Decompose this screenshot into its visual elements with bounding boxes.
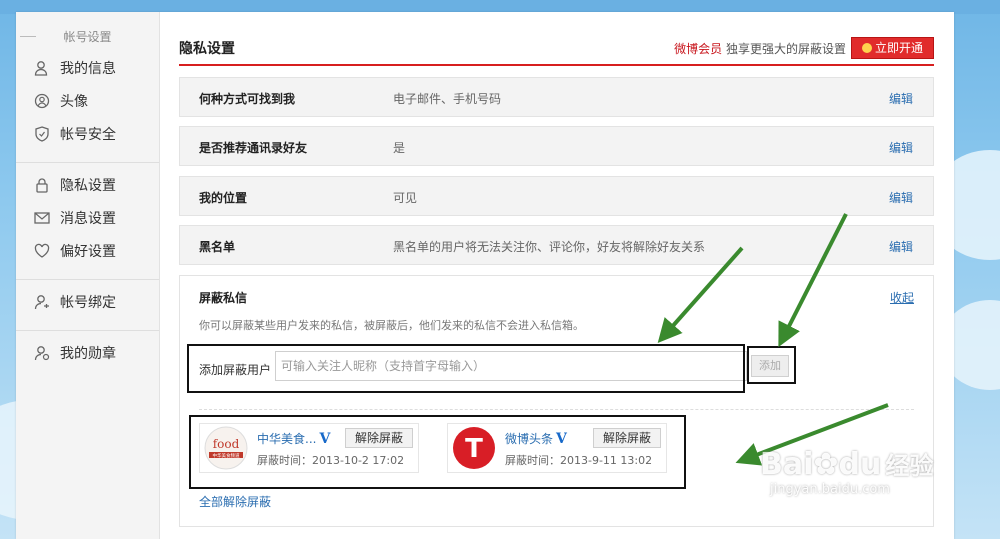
- avatar-icon: [34, 93, 50, 109]
- sidebar-item-my-info[interactable]: 我的信息: [34, 56, 116, 82]
- setting-row-location: 我的位置 可见 编辑: [179, 176, 934, 216]
- user-icon: [34, 61, 48, 76]
- row-label: 何种方式可找到我: [199, 92, 296, 106]
- annotation-box: [187, 344, 745, 393]
- sidebar-item-preferences[interactable]: 偏好设置: [34, 239, 116, 265]
- row-label: 我的位置: [199, 191, 248, 205]
- message-icon: [34, 212, 50, 224]
- vip-promo-text: 独享更强大的屏蔽设置: [722, 42, 846, 56]
- edit-link[interactable]: 编辑: [889, 90, 913, 107]
- sidebar-item-label: 消息设置: [60, 211, 116, 227]
- row-value: 黑名单的用户将无法关注你、评论你，好友将解除好友关系: [393, 240, 706, 254]
- vip-link[interactable]: 微博会员: [674, 42, 722, 56]
- sidebar-item-label: 偏好设置: [60, 244, 116, 260]
- sidebar-item-label: 我的勋章: [60, 346, 116, 362]
- coin-icon: [861, 43, 872, 53]
- panel-title: 屏蔽私信: [199, 291, 248, 305]
- collapse-link[interactable]: 收起: [890, 289, 914, 306]
- shield-icon: [35, 126, 49, 142]
- row-value: 可见: [393, 191, 418, 205]
- panel-description: 你可以屏蔽某些用户发来的私信，被屏蔽后，他们发来的私信不会进入私信箱。: [199, 319, 584, 332]
- sidebar-item-label: 帐号绑定: [60, 295, 116, 311]
- sidebar-item-label: 头像: [60, 94, 88, 110]
- watermark-url: jingyan.baidu.com: [770, 482, 890, 497]
- sidebar-divider: [16, 162, 159, 163]
- medal-icon: [34, 346, 50, 361]
- sidebar-divider: [16, 279, 159, 280]
- row-value: 是: [393, 141, 406, 155]
- dashed-divider: [199, 409, 914, 410]
- row-label: 是否推荐通讯录好友: [199, 141, 308, 155]
- sidebar-item-label: 帐号安全: [60, 127, 116, 143]
- watermark-brand-b: du: [838, 447, 882, 482]
- bind-icon: [34, 295, 49, 310]
- setting-row-find-me: 何种方式可找到我 电子邮件、手机号码 编辑: [179, 77, 934, 117]
- sidebar-heading: 帐号设置: [16, 28, 159, 45]
- setting-row-blacklist: 黑名单 黑名单的用户将无法关注你、评论你，好友将解除好友关系 编辑: [179, 225, 934, 265]
- sidebar-item-medals[interactable]: 我的勋章: [34, 341, 116, 367]
- setting-row-recommend-contacts: 是否推荐通讯录好友 是 编辑: [179, 126, 934, 166]
- edit-link[interactable]: 编辑: [889, 238, 913, 255]
- sidebar-item-label: 我的信息: [60, 61, 116, 77]
- baidu-watermark: Bai✿du 经验 jingyan.baidu.com: [760, 446, 960, 516]
- vip-promo: 微博会员 独享更强大的屏蔽设置: [674, 40, 846, 57]
- row-label: 黑名单: [199, 240, 236, 254]
- vip-button-label: 立即开通: [874, 41, 923, 55]
- title-divider: [179, 64, 934, 66]
- edit-link[interactable]: 编辑: [889, 189, 913, 206]
- unblock-all-link[interactable]: 全部解除屏蔽: [199, 493, 271, 510]
- sidebar-item-label: 隐私设置: [60, 178, 116, 194]
- sidebar-divider: [16, 330, 159, 331]
- sidebar-item-avatar[interactable]: 头像: [34, 89, 88, 115]
- sidebar-item-security[interactable]: 帐号安全: [34, 122, 116, 148]
- sidebar-item-privacy[interactable]: 隐私设置: [34, 173, 116, 199]
- sidebar: 帐号设置 我的信息 头像 帐号安全 隐私设置 消息设置 偏好设置 帐号绑定 我的…: [16, 12, 160, 539]
- annotation-box: [189, 415, 686, 489]
- annotation-box: [747, 346, 796, 384]
- paw-icon: ✿: [813, 447, 839, 482]
- sidebar-item-messages[interactable]: 消息设置: [34, 206, 116, 232]
- row-value: 电子邮件、手机号码: [393, 92, 502, 106]
- watermark-brand-a: Bai: [760, 447, 814, 482]
- heart-gear-icon: [34, 243, 50, 258]
- vip-activate-button[interactable]: 立即开通: [851, 37, 934, 59]
- lock-icon: [36, 178, 48, 193]
- watermark-logo: Bai✿du 经验: [760, 446, 960, 482]
- watermark-brand-cn: 经验: [885, 452, 934, 480]
- sidebar-item-binding[interactable]: 帐号绑定: [34, 290, 116, 316]
- page-title: 隐私设置: [179, 41, 235, 57]
- edit-link[interactable]: 编辑: [889, 139, 913, 156]
